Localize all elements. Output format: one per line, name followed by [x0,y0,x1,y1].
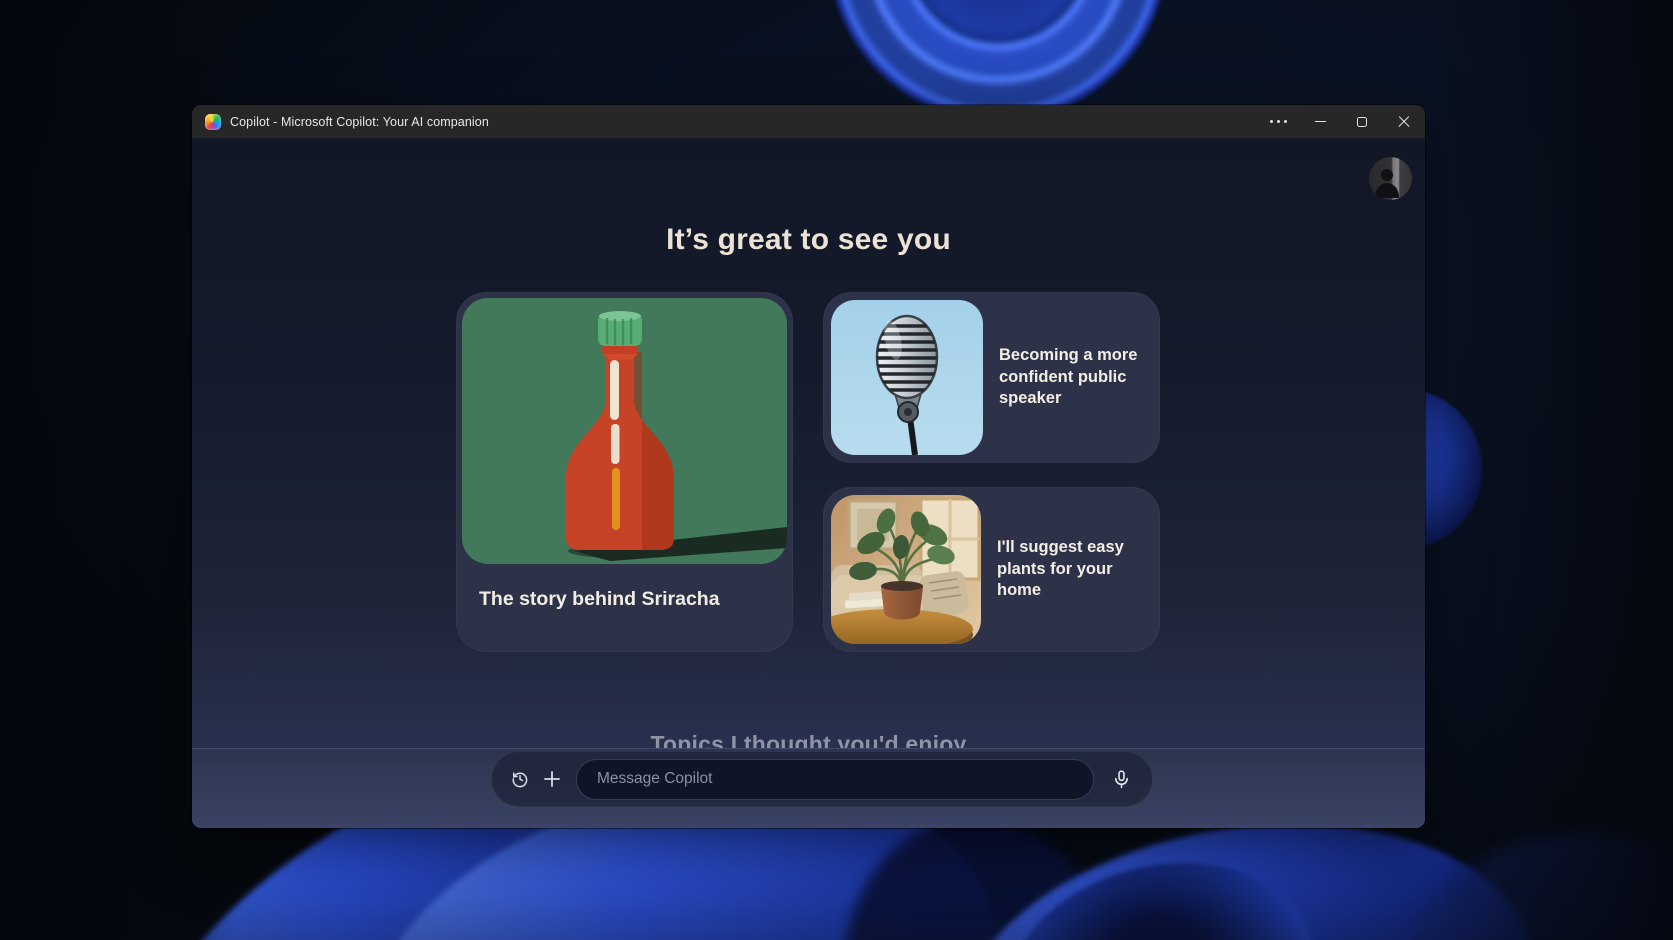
card-label: I'll suggest easy plants for your home [997,537,1152,602]
close-icon [1398,116,1410,128]
copilot-logo-icon [205,114,221,130]
close-button[interactable] [1383,105,1425,138]
minimize-button[interactable] [1299,105,1341,138]
person-silhouette-icon [1373,164,1409,200]
card-label: The story behind Sriracha [479,588,787,611]
suggestion-card-sriracha[interactable]: The story behind Sriracha [456,292,793,652]
message-input[interactable] [576,759,1094,800]
sriracha-illustration [462,298,787,564]
suggestion-card-public-speaking[interactable]: Becoming a more confident public speaker [823,292,1160,463]
ellipsis-icon [1270,120,1287,123]
microphone-photo [831,300,983,455]
copilot-window: Copilot - Microsoft Copilot: Your AI com… [192,105,1425,828]
account-avatar[interactable] [1369,157,1412,200]
topics-section: Topics I thought you'd enjoy [192,731,1425,748]
history-icon [510,769,530,789]
history-button[interactable] [504,763,536,795]
titlebar: Copilot - Microsoft Copilot: Your AI com… [192,105,1425,138]
maximize-button[interactable] [1341,105,1383,138]
chat-home-view: It’s great to see you [192,138,1425,828]
desktop-wallpaper: Copilot - Microsoft Copilot: Your AI com… [0,0,1673,940]
card-label: Becoming a more confident public speaker [999,345,1152,410]
suggestion-cards-column: Becoming a more confident public speaker [823,292,1160,652]
new-chat-button[interactable] [536,763,568,795]
maximize-icon [1357,117,1367,127]
minimize-icon [1315,121,1326,122]
microphone-icon [1111,769,1132,790]
suggestion-card-plants[interactable]: I'll suggest easy plants for your home [823,487,1160,652]
greeting-heading: It’s great to see you [192,223,1425,257]
composer [491,751,1153,807]
window-title: Copilot - Microsoft Copilot: Your AI com… [230,115,489,129]
houseplant-photo [831,495,981,644]
voice-input-button[interactable] [1104,762,1138,796]
composer-dock [192,748,1425,828]
suggestion-cards: The story behind Sriracha [456,292,1160,652]
plus-icon [542,769,562,789]
window-controls [1257,105,1425,138]
topics-heading: Topics I thought you'd enjoy [192,731,1425,748]
more-options-button[interactable] [1257,105,1299,138]
